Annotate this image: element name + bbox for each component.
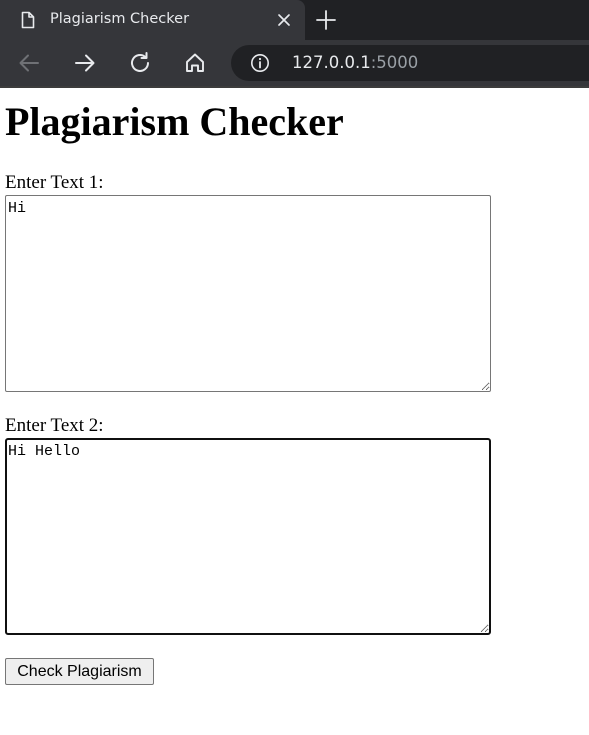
browser-tab-strip: Plagiarism Checker (0, 0, 589, 40)
plus-icon[interactable] (313, 7, 339, 33)
document-icon (18, 10, 38, 30)
close-icon[interactable] (274, 10, 294, 30)
url-port: :5000 (370, 53, 419, 72)
check-plagiarism-button[interactable]: Check Plagiarism (5, 658, 154, 685)
page-title: Plagiarism Checker (5, 99, 344, 144)
reload-icon[interactable] (125, 48, 155, 78)
forward-arrow-icon[interactable] (70, 48, 100, 78)
text2-label: Enter Text 2: (5, 415, 104, 436)
page-content: Plagiarism Checker Enter Text 1: Hi Ente… (0, 88, 589, 735)
text1-input[interactable]: Hi (5, 195, 491, 392)
url-host: 127.0.0.1 (292, 53, 371, 72)
info-icon[interactable] (250, 53, 270, 73)
address-bar[interactable]: 127.0.0.1:5000 (231, 45, 589, 81)
text1-label: Enter Text 1: (5, 172, 104, 193)
tab-title: Plagiarism Checker (50, 11, 190, 27)
home-icon[interactable] (180, 48, 210, 78)
browser-toolbar: 127.0.0.1:5000 (0, 40, 589, 86)
back-arrow-icon[interactable] (14, 48, 44, 78)
browser-tab[interactable]: Plagiarism Checker (0, 0, 305, 40)
text2-input[interactable]: Hi Hello (5, 438, 491, 635)
url-text[interactable]: 127.0.0.1:5000 (292, 45, 418, 81)
